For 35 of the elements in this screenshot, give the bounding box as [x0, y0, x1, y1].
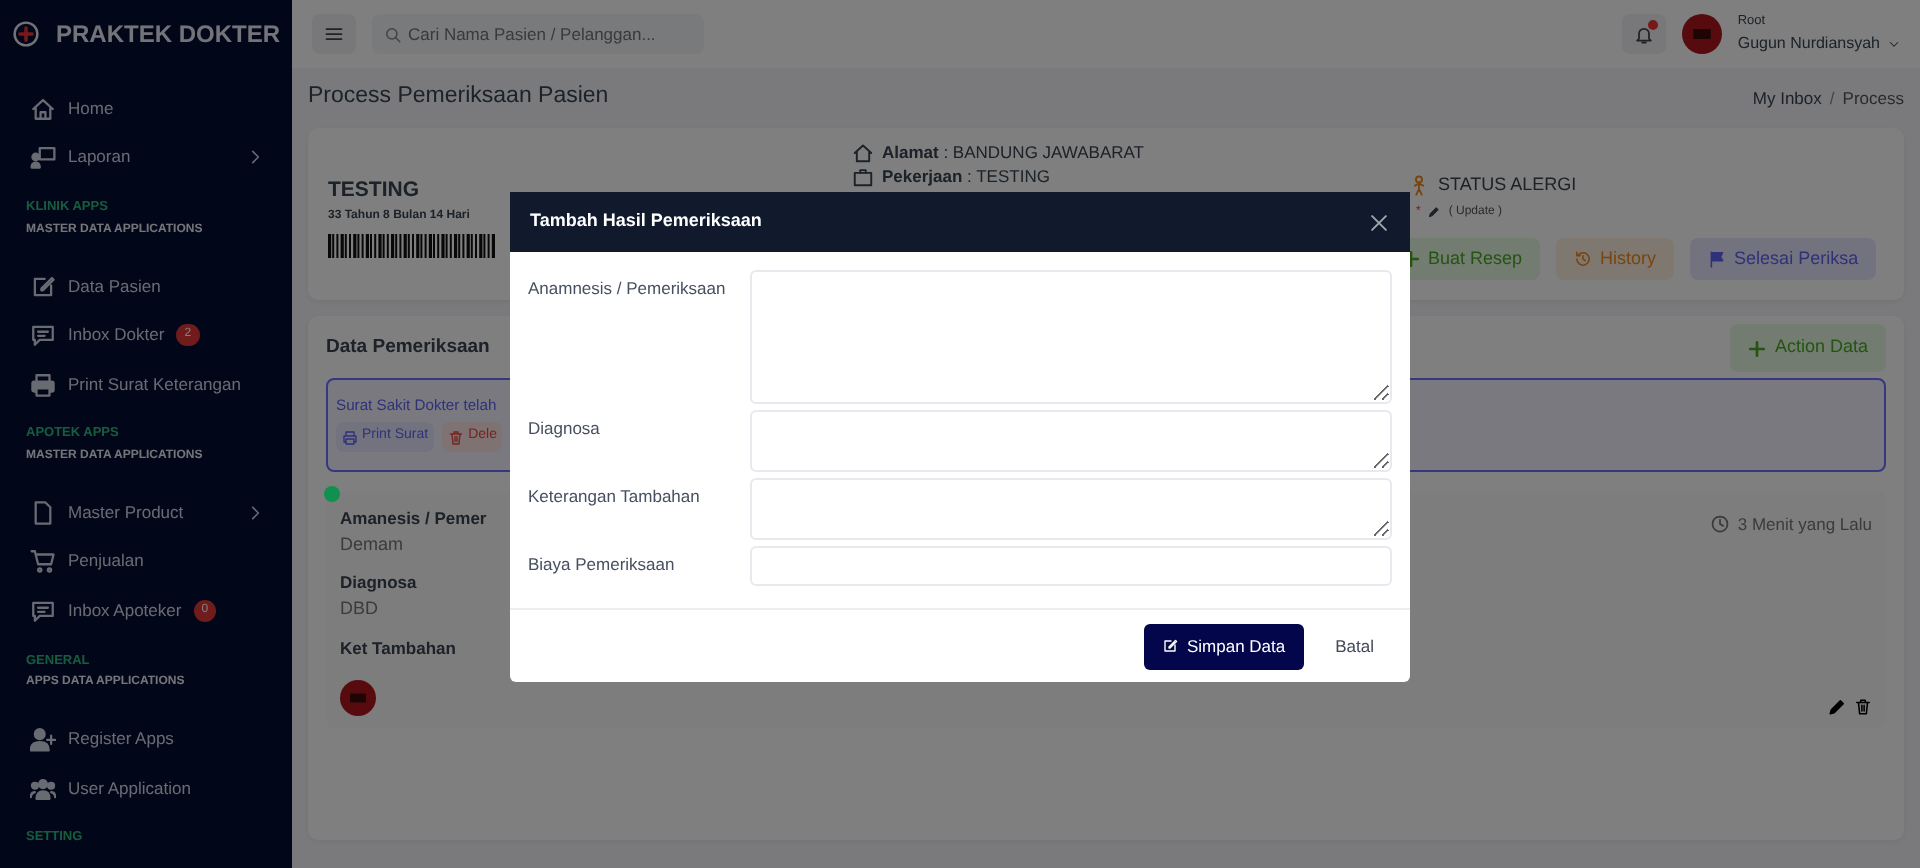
sidebar-item[interactable]: Master Product: [0, 488, 292, 537]
page-title: Process Pemeriksaan Pasien: [308, 82, 609, 113]
breadcrumb-current: Process: [1842, 85, 1904, 111]
section-title: Data Pemeriksaan: [326, 333, 490, 362]
field-value: DBD: [340, 596, 381, 622]
field-label: Keterangan Tambahan: [528, 484, 702, 510]
sidebar-item[interactable]: Laporan: [0, 133, 292, 182]
action-data-button[interactable]: Action Data: [1730, 324, 1886, 372]
save-button[interactable]: Simpan Data: [1144, 624, 1304, 670]
brand-name: PRAKTEK DOKTER: [55, 18, 280, 52]
user-name: Gugun Nurdiansyah: [1737, 31, 1880, 56]
field-value: Demam: [340, 531, 406, 558]
field-label: Ket Tambahan: [340, 635, 456, 661]
field-label: Diagnosa: [528, 416, 602, 442]
sidebar-item[interactable]: User Application: [0, 763, 292, 813]
breadcrumb-link[interactable]: My Inbox: [1752, 85, 1822, 111]
field-label: Amanesis / Pemer: [340, 506, 487, 532]
breadcrumb-separator: /: [1829, 85, 1835, 111]
entry-time: 3 Menit yang Lalu: [1737, 512, 1872, 538]
cancel-link[interactable]: Batal: [1319, 634, 1390, 660]
modal-title: Tambah Hasil Pemeriksaan: [530, 208, 762, 235]
field-label: Anamnesis / Pemeriksaan: [528, 276, 728, 302]
field-label: Biaya Pemeriksaan: [528, 552, 677, 578]
search-field[interactable]: Cari Nama Pasien / Pelanggan...: [372, 14, 704, 54]
field-label: Diagnosa: [340, 570, 417, 596]
detail-text: Alamat : BANDUNG JAWABARAT: [882, 139, 1144, 165]
sidebar-item[interactable]: Register Apps: [0, 714, 292, 764]
action-button[interactable]: Selesai Periksa: [1690, 237, 1877, 280]
detail-text: Pekerjaan : TESTING: [882, 163, 1050, 189]
sidebar-item[interactable]: Print Surat Keterangan: [0, 359, 292, 409]
patient-name: TESTING: [328, 176, 420, 206]
sidebar-item[interactable]: Data Pasien: [0, 261, 292, 311]
allergy-title: STATUS ALERGI: [1438, 172, 1577, 198]
sidebar-item[interactable]: Home: [0, 84, 292, 133]
sidebar-item[interactable]: Penjualan: [0, 537, 292, 586]
